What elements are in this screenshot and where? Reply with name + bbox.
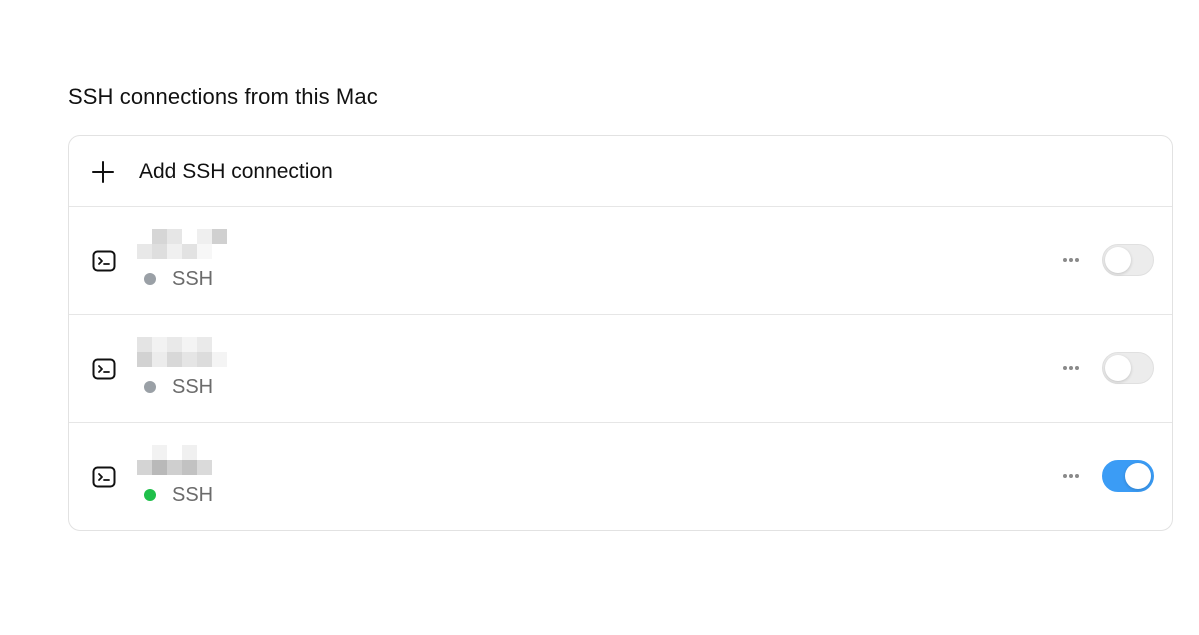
more-options-button[interactable]: [1051, 356, 1091, 380]
more-options-button[interactable]: [1051, 248, 1091, 272]
terminal-icon: [92, 357, 116, 381]
ssh-connections-card: Add SSH connection SSH SSH SSH: [68, 135, 1173, 531]
redacted-host-blur: [137, 337, 227, 367]
connection-host-name: [137, 445, 227, 475]
connection-enable-toggle[interactable]: [1102, 460, 1154, 492]
add-ssh-connection-label: Add SSH connection: [139, 160, 333, 183]
terminal-icon: [92, 249, 116, 273]
connection-enable-toggle[interactable]: [1102, 244, 1154, 276]
settings-page: SSH connections from this Mac Add SSH co…: [0, 0, 1199, 635]
plus-icon: [92, 161, 114, 183]
toggle-knob: [1105, 355, 1131, 381]
more-options-button[interactable]: [1051, 464, 1091, 488]
redacted-host-blur: [137, 229, 227, 259]
ssh-connection-row[interactable]: SSH: [69, 423, 1172, 530]
redacted-host-blur: [137, 445, 227, 475]
section-title: SSH connections from this Mac: [68, 84, 378, 109]
toggle-knob: [1105, 247, 1131, 273]
ssh-connection-row[interactable]: SSH: [69, 315, 1172, 423]
status-dot: [144, 489, 156, 501]
protocol-label: SSH: [172, 484, 214, 506]
status-dot: [144, 273, 156, 285]
add-ssh-connection-button[interactable]: Add SSH connection: [69, 136, 1172, 207]
ssh-connection-row[interactable]: SSH: [69, 207, 1172, 315]
connection-host-name: [137, 229, 227, 259]
protocol-label: SSH: [172, 376, 214, 398]
connection-host-name: [137, 337, 227, 367]
toggle-knob: [1125, 463, 1151, 489]
status-dot: [144, 381, 156, 393]
connection-enable-toggle[interactable]: [1102, 352, 1154, 384]
terminal-icon: [92, 465, 116, 489]
protocol-label: SSH: [172, 268, 214, 290]
